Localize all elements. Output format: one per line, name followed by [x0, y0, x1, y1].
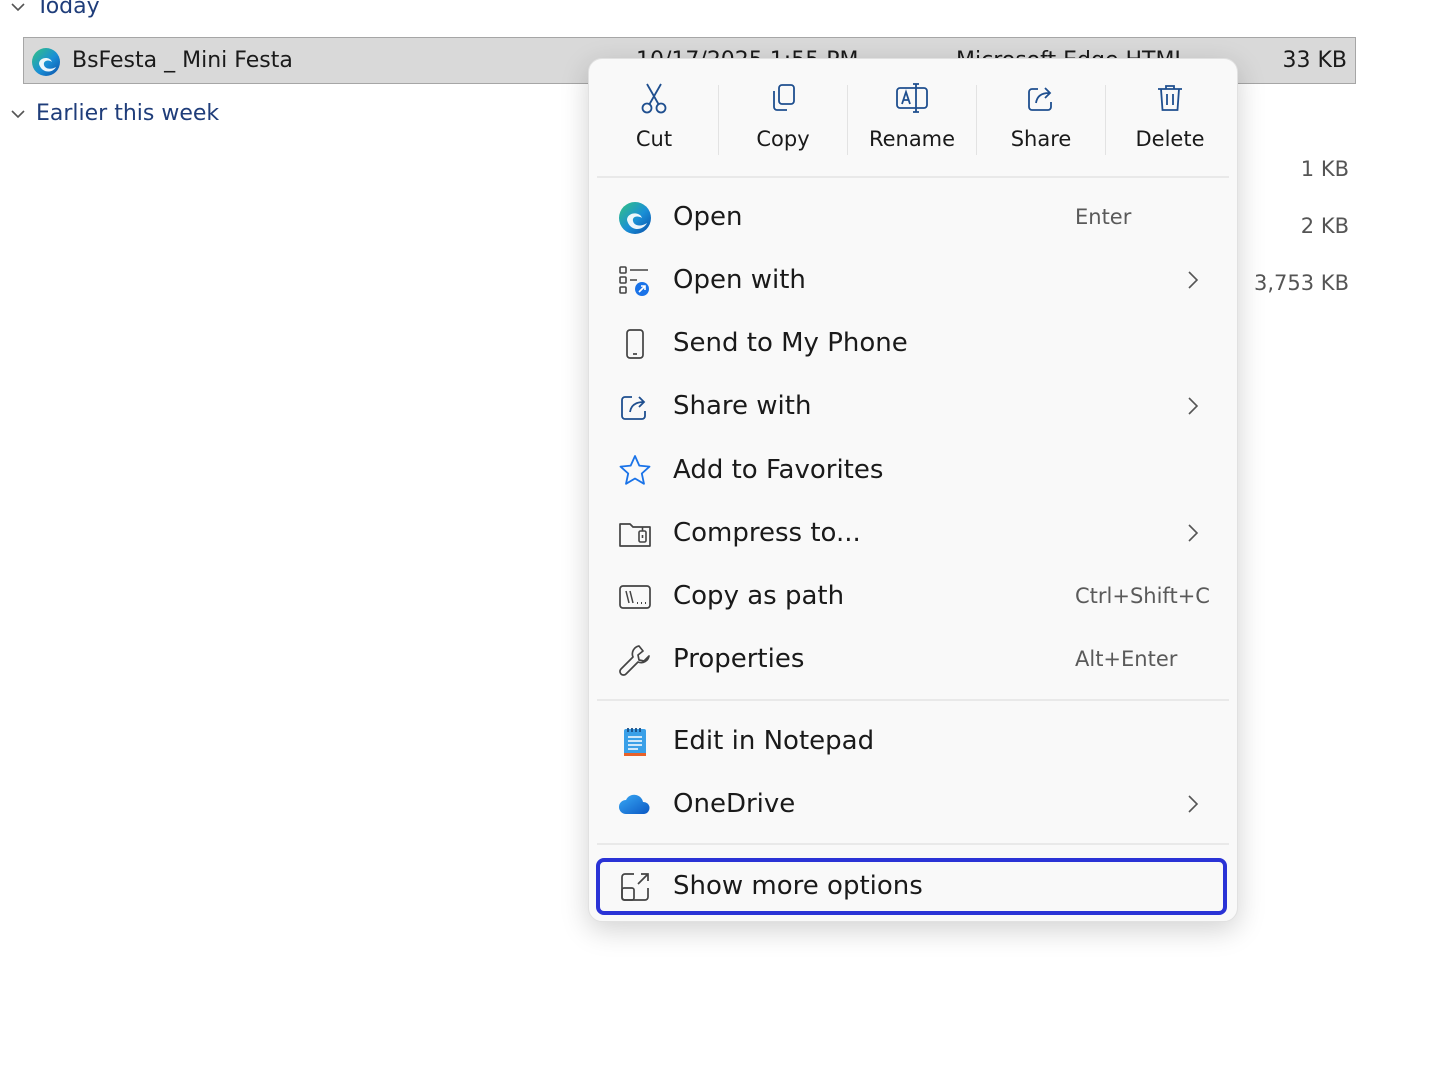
share-icon	[1028, 87, 1052, 111]
group-header-earlier[interactable]: Earlier this week	[10, 101, 219, 126]
menu-item-label: Open with	[673, 265, 806, 295]
chevron-right-icon	[1188, 271, 1199, 289]
menu-item-label: Properties	[673, 644, 805, 674]
zip-folder-icon	[619, 523, 651, 547]
quick-actions-bar: Cut Copy Rename Share Delete	[589, 59, 1237, 177]
delete-button[interactable]: Delete	[1107, 73, 1233, 169]
menu-item-label: Compress to...	[673, 518, 861, 548]
menu-item-label: Add to Favorites	[673, 455, 884, 485]
divider	[597, 843, 1229, 845]
menu-item-add-to-favorites[interactable]: Add to Favorites	[597, 443, 1229, 499]
group-header-label: Today	[36, 0, 100, 19]
menu-item-label: Open	[673, 202, 743, 232]
file-size: 2 KB	[1300, 214, 1349, 238]
divider	[847, 85, 848, 155]
menu-item-send-to-phone[interactable]: Send to My Phone	[597, 316, 1229, 372]
menu-item-properties[interactable]: Properties Alt+Enter	[597, 632, 1229, 688]
delete-label: Delete	[1135, 127, 1205, 151]
divider	[1105, 85, 1106, 155]
divider	[976, 85, 977, 155]
rename-icon	[896, 83, 928, 113]
open-with-icon	[619, 266, 649, 296]
chevron-right-icon	[1188, 397, 1199, 415]
shortcut-text: Alt+Enter	[1075, 647, 1178, 671]
file-size: 33 KB	[1282, 48, 1347, 73]
chevron-down-icon	[11, 2, 25, 11]
file-size: 3,753 KB	[1254, 271, 1349, 295]
menu-item-label: Copy as path	[673, 581, 845, 611]
menu-item-copy-as-path[interactable]: Copy as path Ctrl+Shift+C	[597, 569, 1229, 625]
share-with-icon	[621, 396, 646, 420]
star-icon	[619, 455, 651, 485]
share-label: Share	[1010, 127, 1072, 151]
phone-icon	[626, 329, 644, 359]
menu-item-label: Edit in Notepad	[673, 726, 875, 756]
menu-item-label: Send to My Phone	[673, 328, 908, 358]
cut-label: Cut	[635, 127, 673, 151]
menu-item-onedrive[interactable]: OneDrive	[597, 777, 1229, 833]
context-menu: Cut Copy Rename Share Delete Open Enter …	[588, 58, 1238, 922]
copy-label: Copy	[756, 127, 810, 151]
cloud-icon	[619, 794, 650, 814]
chevron-down-icon	[11, 109, 25, 118]
edge-icon	[619, 202, 651, 234]
menu-item-open-with[interactable]: Open with	[597, 253, 1229, 309]
rename-button[interactable]: Rename	[849, 73, 975, 169]
menu-item-label: OneDrive	[673, 789, 796, 819]
menu-item-compress-to[interactable]: Compress to...	[597, 506, 1229, 562]
edge-icon	[32, 48, 60, 76]
trash-icon	[1158, 85, 1182, 111]
path-icon	[619, 585, 651, 609]
rename-label: Rename	[868, 127, 956, 151]
copy-icon	[773, 84, 795, 111]
file-size: 1 KB	[1300, 157, 1349, 181]
focus-highlight	[596, 858, 1227, 915]
divider	[718, 85, 719, 155]
divider	[597, 699, 1229, 701]
menu-item-edit-in-notepad[interactable]: Edit in Notepad	[597, 714, 1229, 770]
menu-item-label: Share with	[673, 391, 812, 421]
chevron-right-icon	[1188, 795, 1199, 813]
file-name: BsFesta _ Mini Festa	[72, 48, 293, 73]
scissors-icon	[641, 83, 667, 114]
wrench-icon	[619, 645, 650, 676]
copy-button[interactable]: Copy	[720, 73, 846, 169]
share-button[interactable]: Share	[978, 73, 1104, 169]
divider	[597, 176, 1229, 178]
cut-button[interactable]: Cut	[591, 73, 717, 169]
menu-item-open[interactable]: Open Enter	[597, 190, 1229, 246]
shortcut-text: Enter	[1075, 205, 1132, 229]
chevron-right-icon	[1188, 524, 1199, 542]
group-header-today[interactable]: Today	[10, 0, 100, 19]
notepad-icon	[624, 728, 646, 756]
group-header-label: Earlier this week	[36, 101, 220, 126]
shortcut-text: Ctrl+Shift+C	[1075, 584, 1210, 608]
menu-item-share-with[interactable]: Share with	[597, 379, 1229, 435]
